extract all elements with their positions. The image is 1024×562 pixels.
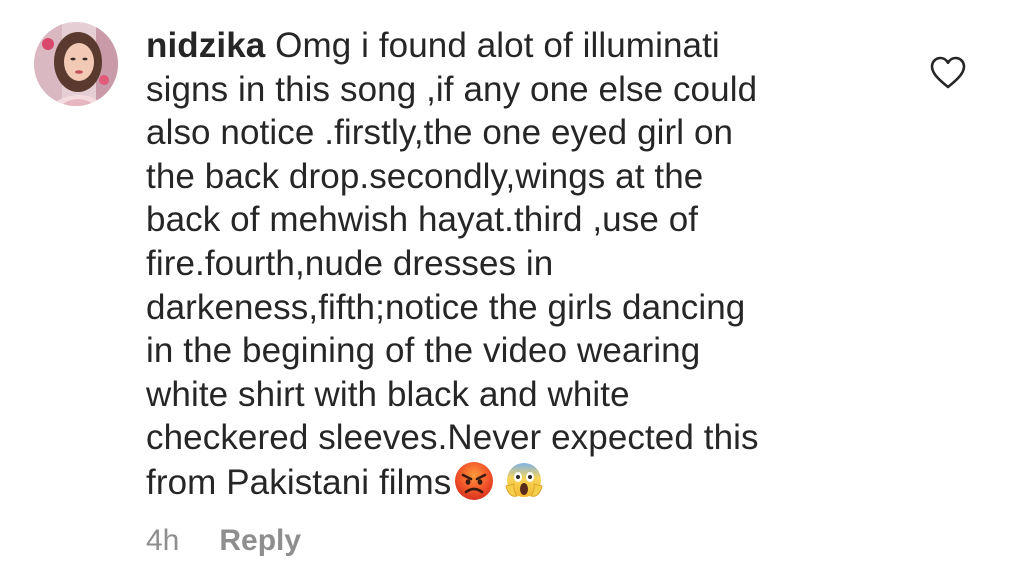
comment-line: in the begining of the video wearing <box>146 331 701 371</box>
avatar[interactable] <box>34 22 118 106</box>
comment-line: checkered sleeves.Never expected this <box>146 418 759 458</box>
reply-button[interactable]: Reply <box>219 524 301 558</box>
comment-timestamp: 4h <box>146 524 180 557</box>
screaming-face-emoji <box>503 460 545 502</box>
comment-line: white shirt with black and white <box>146 374 630 414</box>
comment-line: fire.fourth,nude dresses in <box>146 243 554 283</box>
angry-face-emoji <box>453 460 495 502</box>
avatar-image <box>34 22 118 106</box>
like-button[interactable] <box>930 56 966 90</box>
comment-line: Omg i found alot of illuminati <box>265 26 720 65</box>
comment-text: nidzika Omg i found alot of illuminati s… <box>146 24 866 505</box>
comment-line: from Pakistani films <box>146 462 452 502</box>
comment-line: back of mehwish hayat.third ,use of <box>146 200 699 240</box>
comment-line: the back drop.secondly,wings at the <box>146 156 704 196</box>
comment-line: also notice .firstly,the one eyed girl o… <box>146 113 734 153</box>
comment-line: signs in this song ,if any one else coul… <box>146 69 758 109</box>
comment-username[interactable]: nidzika <box>146 26 265 65</box>
comment-line: darkeness,fifth;notice the girls dancing <box>146 287 746 327</box>
heart-outline-icon <box>930 56 966 89</box>
comment-meta: 4h Reply <box>146 524 301 558</box>
comment: nidzika Omg i found alot of illuminati s… <box>0 0 1024 562</box>
